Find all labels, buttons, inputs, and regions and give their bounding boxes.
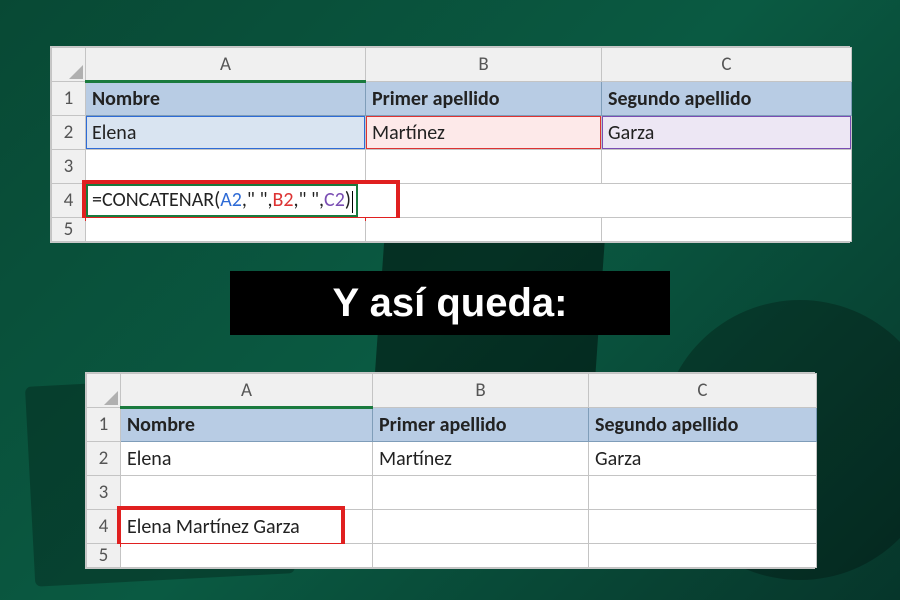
select-all-corner[interactable]	[87, 374, 121, 408]
cell-a1[interactable]: Nombre	[86, 82, 366, 116]
cell-b4[interactable]	[373, 510, 589, 544]
cell-b3[interactable]	[373, 476, 589, 510]
cell-c5[interactable]	[589, 544, 817, 568]
column-header-c[interactable]: C	[589, 374, 817, 408]
cell-b1[interactable]: Primer apellido	[366, 82, 602, 116]
formula-ref-b2: B2	[272, 188, 293, 212]
cell-b5[interactable]	[373, 544, 589, 568]
cell-b3[interactable]	[366, 150, 602, 184]
caption-band: Y así queda:	[230, 271, 670, 335]
cell-a4-formula[interactable]: =CONCATENAR(A2," ",B2," ",C2)	[86, 184, 852, 218]
cell-c1[interactable]: Segundo apellido	[589, 408, 817, 442]
row-header-3[interactable]: 3	[52, 150, 86, 184]
spreadsheet-after: A B C 1 Nombre Primer apellido Segundo a…	[85, 372, 815, 569]
column-header-a[interactable]: A	[121, 374, 373, 408]
cell-c1[interactable]: Segundo apellido	[602, 82, 852, 116]
row-header-4[interactable]: 4	[52, 184, 86, 218]
text-cursor	[352, 191, 353, 213]
formula-text: =CONCATENAR(	[92, 188, 220, 212]
column-header-a[interactable]: A	[86, 48, 366, 82]
cell-b5[interactable]	[366, 218, 602, 242]
cell-b2[interactable]: Martínez	[366, 116, 602, 150]
cell-b2[interactable]: Martínez	[373, 442, 589, 476]
column-header-c[interactable]: C	[602, 48, 852, 82]
cell-a2[interactable]: Elena	[86, 116, 366, 150]
cell-a2[interactable]: Elena	[121, 442, 373, 476]
cell-a5[interactable]	[121, 544, 373, 568]
formula-ref-a2: A2	[220, 188, 242, 212]
result-text: Elena Martínez Garza	[127, 515, 300, 539]
formula-ref-c2: C2	[324, 188, 345, 212]
cell-c3[interactable]	[602, 150, 852, 184]
row-header-2[interactable]: 2	[87, 442, 121, 476]
column-header-b[interactable]: B	[373, 374, 589, 408]
cell-c3[interactable]	[589, 476, 817, 510]
caption-text: Y así queda:	[333, 281, 568, 326]
cell-a3[interactable]	[86, 150, 366, 184]
row-header-2[interactable]: 2	[52, 116, 86, 150]
cell-a4-result[interactable]: Elena Martínez Garza	[121, 510, 373, 544]
column-header-b[interactable]: B	[366, 48, 602, 82]
row-header-4[interactable]: 4	[87, 510, 121, 544]
cell-a5[interactable]	[86, 218, 366, 242]
row-header-5[interactable]: 5	[87, 544, 121, 568]
cell-c5[interactable]	[602, 218, 852, 242]
row-header-1[interactable]: 1	[52, 82, 86, 116]
spreadsheet-before: A B C 1 Nombre Primer apellido Segundo a…	[50, 46, 850, 243]
cell-a1[interactable]: Nombre	[121, 408, 373, 442]
cell-c2[interactable]: Garza	[602, 116, 852, 150]
cell-c2[interactable]: Garza	[589, 442, 817, 476]
row-header-5[interactable]: 5	[52, 218, 86, 242]
row-header-3[interactable]: 3	[87, 476, 121, 510]
cell-a3[interactable]	[121, 476, 373, 510]
row-header-1[interactable]: 1	[87, 408, 121, 442]
select-all-corner[interactable]	[52, 48, 86, 82]
cell-c4[interactable]	[589, 510, 817, 544]
cell-b1[interactable]: Primer apellido	[373, 408, 589, 442]
